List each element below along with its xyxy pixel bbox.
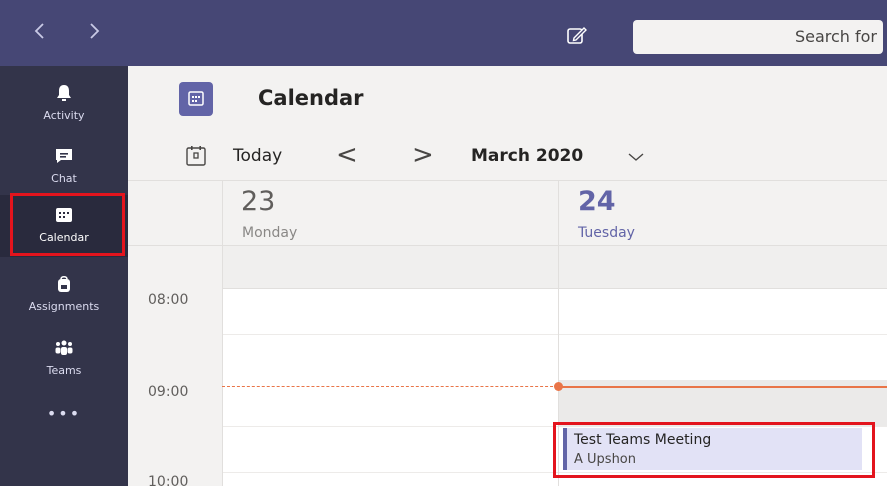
- rail-label-teams: Teams: [46, 364, 82, 377]
- grid-line: [222, 334, 887, 335]
- teams-window: Search for Activity Chat Calendar Assign…: [0, 0, 887, 490]
- rail-label-assignments: Assignments: [28, 300, 100, 313]
- event-highlight-box: [553, 422, 875, 478]
- forward-button[interactable]: [83, 20, 105, 42]
- previous-week-button[interactable]: <: [336, 140, 358, 170]
- day-number-monday: 23: [241, 186, 276, 217]
- teams-icon: [55, 340, 73, 355]
- page-title: Calendar: [258, 86, 364, 110]
- current-time-dot: [554, 382, 563, 391]
- day-number-tuesday: 24: [578, 186, 616, 217]
- search-placeholder: Search for: [794, 27, 877, 46]
- chevron-down-icon[interactable]: [626, 150, 646, 164]
- day-name-tuesday: Tuesday: [578, 225, 635, 241]
- rail-item-activity[interactable]: Activity: [0, 77, 128, 139]
- compose-icon: [567, 27, 587, 44]
- current-time-line: [559, 386, 887, 388]
- month-selector[interactable]: March 2020: [471, 146, 583, 166]
- rail-item-teams[interactable]: Teams: [0, 332, 128, 394]
- calendar-header: [128, 66, 887, 130]
- next-week-button[interactable]: >: [412, 140, 434, 170]
- chevron-left-icon: [34, 23, 44, 39]
- current-time-dashed-line: [222, 386, 558, 387]
- calendar-badge: [179, 82, 213, 116]
- day-name-monday: Monday: [242, 225, 298, 241]
- chat-icon: [56, 149, 72, 163]
- time-label-1000: 10:00: [148, 474, 189, 490]
- time-label-0800: 08:00: [148, 292, 189, 308]
- compose-button[interactable]: [566, 24, 588, 46]
- calendar-highlight-box: [10, 193, 125, 256]
- bell-icon: [57, 85, 71, 101]
- search-input[interactable]: Search for: [633, 20, 883, 54]
- all-day-row[interactable]: [222, 246, 887, 289]
- more-apps-button[interactable]: •••: [0, 404, 128, 423]
- backpack-icon: [58, 275, 70, 292]
- column-divider: [222, 181, 223, 486]
- chevron-right-icon: [90, 23, 100, 39]
- back-button[interactable]: [29, 20, 51, 42]
- rail-label-activity: Activity: [43, 109, 85, 122]
- today-button[interactable]: Today: [233, 146, 282, 166]
- today-icon[interactable]: [185, 145, 207, 167]
- time-column: [128, 246, 222, 486]
- time-label-0900: 09:00: [148, 384, 189, 400]
- rail-item-assignments[interactable]: Assignments: [0, 268, 128, 330]
- rail-label-chat: Chat: [51, 172, 77, 185]
- calendar-badge-icon: [188, 91, 204, 106]
